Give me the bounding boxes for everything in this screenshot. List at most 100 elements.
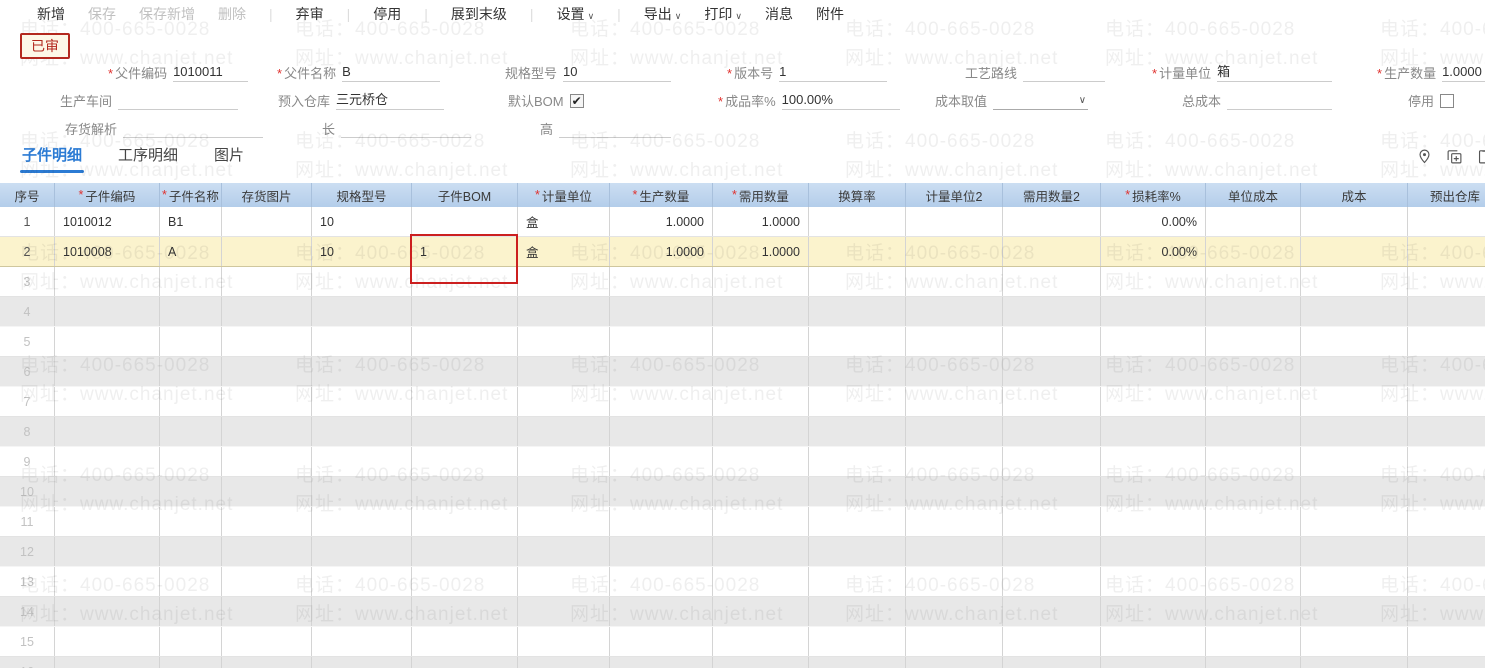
toolbar-button-6[interactable]: 停用 bbox=[373, 4, 401, 24]
table-cell[interactable] bbox=[518, 267, 610, 296]
column-header-规格型号[interactable]: 规格型号 bbox=[312, 183, 412, 207]
table-cell[interactable] bbox=[160, 447, 222, 476]
table-cell[interactable] bbox=[1301, 477, 1408, 506]
column-header-预出仓库[interactable]: 预出仓库 bbox=[1408, 183, 1485, 207]
table-cell[interactable] bbox=[412, 267, 518, 296]
table-cell[interactable] bbox=[809, 447, 906, 476]
tab-工序明细[interactable]: 工序明细 bbox=[118, 144, 178, 171]
table-row-empty[interactable]: 15 bbox=[0, 627, 1485, 657]
tab-子件明细[interactable]: 子件明细 bbox=[22, 144, 82, 171]
table-row-empty[interactable]: 8 bbox=[0, 417, 1485, 447]
table-cell[interactable] bbox=[1301, 417, 1408, 446]
table-cell[interactable] bbox=[412, 297, 518, 326]
input-计量单位[interactable]: 箱 bbox=[1217, 63, 1332, 82]
table-cell[interactable] bbox=[1301, 237, 1408, 266]
table-cell[interactable] bbox=[809, 507, 906, 536]
table-row-empty[interactable]: 12 bbox=[0, 537, 1485, 567]
table-cell[interactable] bbox=[809, 627, 906, 656]
clipboard-icon[interactable] bbox=[1476, 148, 1485, 165]
table-cell[interactable] bbox=[1301, 537, 1408, 566]
table-cell[interactable] bbox=[1101, 417, 1206, 446]
table-cell[interactable] bbox=[222, 447, 312, 476]
table-cell[interactable] bbox=[610, 417, 713, 446]
column-header-存货图片[interactable]: 存货图片 bbox=[222, 183, 312, 207]
table-cell[interactable] bbox=[518, 387, 610, 416]
table-cell[interactable] bbox=[312, 567, 412, 596]
input-存货解析[interactable] bbox=[123, 119, 263, 138]
table-cell[interactable] bbox=[809, 237, 906, 266]
table-cell[interactable] bbox=[713, 267, 809, 296]
table-cell[interactable] bbox=[906, 477, 1003, 506]
table-cell[interactable]: A bbox=[160, 237, 222, 266]
column-header-单位成本[interactable]: 单位成本 bbox=[1206, 183, 1301, 207]
table-cell[interactable] bbox=[312, 507, 412, 536]
table-cell[interactable] bbox=[1206, 657, 1301, 668]
table-cell[interactable] bbox=[809, 297, 906, 326]
table-cell[interactable] bbox=[222, 357, 312, 386]
table-cell[interactable] bbox=[1003, 237, 1101, 266]
table-cell[interactable] bbox=[518, 477, 610, 506]
toolbar-button-1[interactable]: 新增 bbox=[37, 4, 65, 24]
table-cell[interactable] bbox=[906, 357, 1003, 386]
table-cell[interactable] bbox=[160, 477, 222, 506]
table-cell[interactable] bbox=[160, 537, 222, 566]
table-row-empty[interactable]: 5 bbox=[0, 327, 1485, 357]
input-成品率%[interactable]: 100.00% bbox=[782, 91, 900, 110]
table-cell[interactable] bbox=[1301, 327, 1408, 356]
table-cell[interactable] bbox=[610, 597, 713, 626]
table-cell[interactable] bbox=[1206, 477, 1301, 506]
table-cell[interactable] bbox=[518, 597, 610, 626]
table-cell[interactable] bbox=[1408, 207, 1485, 236]
table-cell[interactable] bbox=[518, 417, 610, 446]
table-cell[interactable] bbox=[1206, 597, 1301, 626]
table-cell[interactable] bbox=[809, 327, 906, 356]
table-cell[interactable] bbox=[1101, 477, 1206, 506]
table-cell[interactable] bbox=[55, 507, 160, 536]
table-cell[interactable] bbox=[1206, 387, 1301, 416]
table-cell[interactable] bbox=[412, 567, 518, 596]
table-cell[interactable] bbox=[412, 597, 518, 626]
table-cell[interactable] bbox=[55, 357, 160, 386]
table-cell[interactable] bbox=[610, 537, 713, 566]
table-cell[interactable] bbox=[222, 537, 312, 566]
table-cell[interactable] bbox=[1003, 657, 1101, 668]
table-cell[interactable] bbox=[1206, 297, 1301, 326]
table-cell[interactable] bbox=[1301, 597, 1408, 626]
table-cell[interactable] bbox=[610, 327, 713, 356]
table-cell[interactable] bbox=[906, 627, 1003, 656]
table-cell[interactable] bbox=[1408, 237, 1485, 266]
table-cell[interactable] bbox=[1003, 297, 1101, 326]
table-cell[interactable] bbox=[1408, 627, 1485, 656]
table-cell[interactable] bbox=[1301, 207, 1408, 236]
table-cell[interactable] bbox=[1206, 627, 1301, 656]
table-cell[interactable] bbox=[222, 657, 312, 668]
table-cell[interactable] bbox=[713, 477, 809, 506]
table-cell[interactable] bbox=[610, 657, 713, 668]
table-cell[interactable] bbox=[518, 627, 610, 656]
table-cell[interactable] bbox=[412, 507, 518, 536]
table-cell[interactable] bbox=[55, 627, 160, 656]
table-cell[interactable]: 1.0000 bbox=[610, 207, 713, 236]
table-cell[interactable]: 1.0000 bbox=[610, 237, 713, 266]
table-cell[interactable] bbox=[713, 507, 809, 536]
table-cell[interactable] bbox=[55, 537, 160, 566]
table-cell[interactable] bbox=[809, 477, 906, 506]
table-cell[interactable] bbox=[610, 567, 713, 596]
table-cell[interactable] bbox=[610, 447, 713, 476]
table-cell[interactable] bbox=[222, 417, 312, 446]
table-cell[interactable]: 1010008 bbox=[55, 237, 160, 266]
table-cell[interactable] bbox=[1206, 537, 1301, 566]
column-header-换算率[interactable]: 换算率 bbox=[809, 183, 906, 207]
table-cell[interactable] bbox=[222, 627, 312, 656]
toolbar-button-8[interactable]: 设置∨ bbox=[557, 4, 595, 24]
table-cell[interactable] bbox=[518, 357, 610, 386]
input-父件名称[interactable]: B bbox=[342, 63, 440, 82]
table-row-empty[interactable]: 4 bbox=[0, 297, 1485, 327]
table-row[interactable]: 11010012B110盒1.00001.00000.00% bbox=[0, 207, 1485, 237]
table-cell[interactable] bbox=[713, 357, 809, 386]
table-cell[interactable] bbox=[1101, 357, 1206, 386]
table-cell[interactable]: 10 bbox=[312, 237, 412, 266]
table-cell[interactable] bbox=[412, 537, 518, 566]
table-cell[interactable] bbox=[1408, 327, 1485, 356]
toolbar-button-11[interactable]: 消息 bbox=[765, 4, 793, 24]
